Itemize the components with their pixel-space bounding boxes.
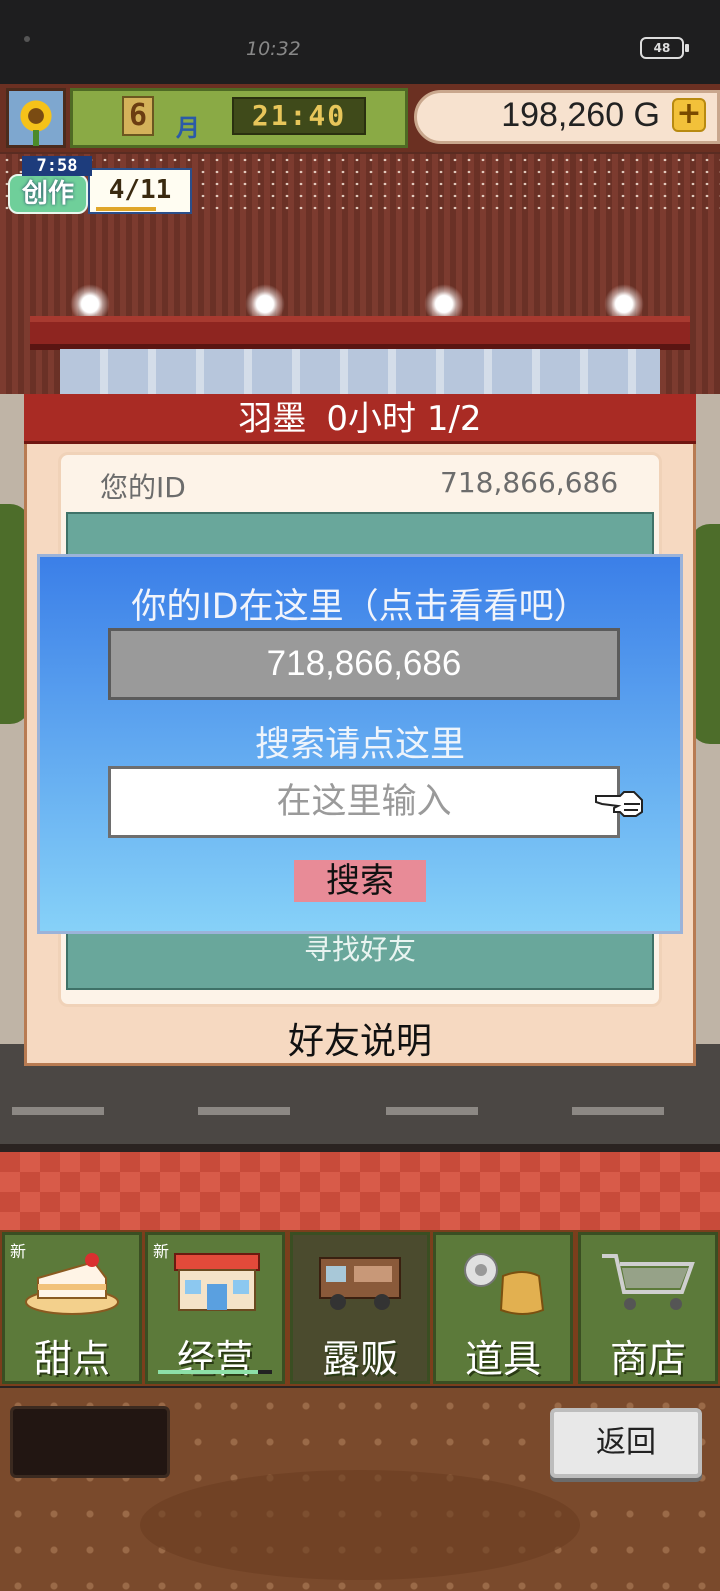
status-time: 10:32 bbox=[246, 38, 301, 60]
back-button[interactable]: 返回 bbox=[550, 1408, 702, 1478]
shopping-cart-icon bbox=[602, 1254, 695, 1310]
search-input[interactable]: 在这里输入 bbox=[108, 766, 620, 838]
month-label: 月 bbox=[176, 114, 200, 142]
sunflower-icon bbox=[18, 98, 54, 134]
hand-pointer-icon bbox=[595, 791, 643, 817]
road-line bbox=[198, 1107, 290, 1115]
battery-icon: 48 bbox=[640, 37, 689, 59]
your-id-value: 718,866,686 bbox=[440, 466, 619, 499]
tab-items-label: 道具 bbox=[464, 1337, 541, 1381]
craft-button[interactable]: 创作 bbox=[8, 174, 88, 214]
overlay-title: 你的ID在这里（点击看看吧） bbox=[131, 587, 589, 627]
road-line bbox=[12, 1107, 104, 1115]
plus-icon[interactable]: + bbox=[672, 98, 706, 132]
empty-slot bbox=[10, 1406, 170, 1478]
dialog-title: 羽墨 0小时 1/2 bbox=[24, 394, 696, 444]
month-value: 6 bbox=[122, 96, 154, 136]
my-id-box[interactable]: 718,866,686 bbox=[108, 628, 620, 700]
shop-awning bbox=[30, 316, 690, 350]
item-bag-icon bbox=[464, 1253, 545, 1315]
friend-help-button[interactable]: 好友说明 bbox=[0, 1012, 720, 1064]
tab-truck-label: 露贩 bbox=[321, 1337, 398, 1381]
red-carpet bbox=[0, 1152, 720, 1232]
shop-icon bbox=[174, 1253, 260, 1311]
search-button[interactable]: 搜索 bbox=[294, 860, 426, 902]
dialog-title-info: 0小时 1/2 bbox=[326, 399, 482, 439]
food-truck-icon bbox=[319, 1257, 401, 1310]
money-amount: 198,260 G bbox=[501, 96, 660, 134]
game-clock: 21:40 bbox=[232, 97, 366, 135]
road-line bbox=[572, 1107, 664, 1115]
search-hint: 搜索请点这里 bbox=[254, 725, 465, 765]
dialog-title-name: 羽墨 bbox=[238, 399, 307, 439]
your-id-label: 您的ID bbox=[100, 471, 186, 504]
tab-store-label: 商店 bbox=[609, 1337, 686, 1381]
road-line bbox=[386, 1107, 478, 1115]
tab-dessert-label: 甜点 bbox=[33, 1337, 110, 1381]
status-bar: 10:32 48 bbox=[0, 0, 720, 84]
craft-progress-bar bbox=[96, 207, 156, 211]
tab-progress-bar-end bbox=[258, 1370, 272, 1374]
tab-progress-bar bbox=[158, 1370, 270, 1374]
cake-icon bbox=[25, 1253, 119, 1315]
craft-timer: 7:58 bbox=[22, 156, 92, 176]
find-friends-label: 寻找好友 bbox=[303, 933, 416, 966]
camera-dot bbox=[24, 36, 30, 42]
sunflower-stem bbox=[33, 130, 39, 146]
tab-manage-label: 经营 bbox=[176, 1337, 253, 1381]
bottom-decoration bbox=[140, 1470, 580, 1580]
shop-window bbox=[60, 349, 660, 399]
